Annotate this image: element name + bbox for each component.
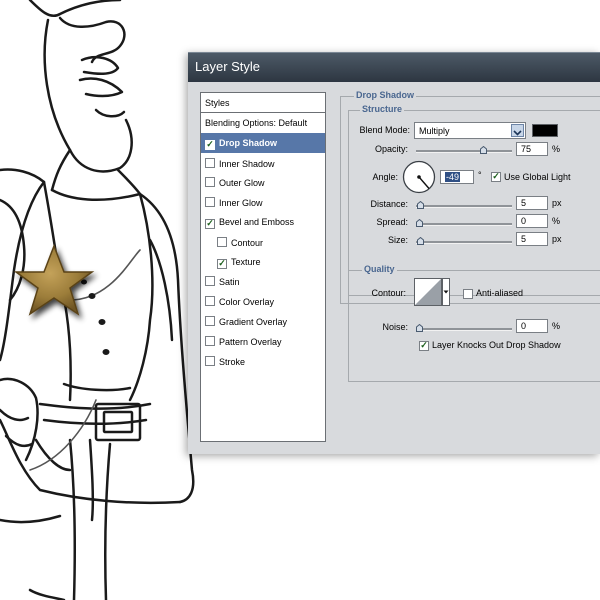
style-item-drop-shadow[interactable]: ✓ Drop Shadow — [201, 132, 325, 153]
spread-field[interactable]: 0 — [516, 214, 548, 228]
style-item-color-overlay[interactable]: Color Overlay — [201, 291, 325, 311]
style-item-label: Blending Options: Default — [205, 118, 308, 128]
blend-mode-label: Blend Mode: — [359, 125, 410, 135]
opacity-field[interactable]: 75 — [516, 142, 548, 156]
angle-dial[interactable] — [402, 160, 436, 194]
style-item-texture[interactable]: ✓ Texture — [201, 252, 325, 272]
layer-style-dialog: Layer Style Styles Blending Options: Def… — [188, 52, 600, 454]
size-slider-thumb[interactable] — [417, 237, 424, 245]
style-item-checkbox[interactable]: ✓ — [217, 258, 227, 269]
angle-unit: ° — [478, 170, 482, 180]
style-item-inner-shadow[interactable]: Inner Shadow — [201, 153, 325, 173]
style-item-gradient-overlay[interactable]: Gradient Overlay — [201, 311, 325, 331]
noise-label: Noise: — [382, 322, 408, 332]
size-field[interactable]: 5 — [516, 232, 548, 246]
style-item-label: Texture — [231, 256, 261, 267]
style-item-checkbox[interactable] — [205, 355, 215, 366]
distance-label: Distance: — [370, 199, 408, 209]
angle-label: Angle: — [372, 172, 398, 182]
style-item-label: Bevel and Emboss — [219, 217, 295, 227]
style-item-checkbox[interactable] — [205, 316, 215, 326]
style-item-checkbox[interactable] — [205, 296, 215, 307]
size-unit: px — [552, 234, 562, 244]
style-item-checkbox[interactable] — [205, 335, 215, 346]
structure-title: Structure — [360, 104, 405, 114]
distance-slider-thumb[interactable] — [417, 201, 424, 209]
angle-value: -49 — [445, 172, 461, 182]
style-item-blending-options-default[interactable]: Blending Options: Default — [201, 113, 325, 133]
blend-mode-select[interactable]: Multiply — [414, 122, 526, 139]
knockout-label: Layer Knocks Out Drop Shadow — [432, 340, 561, 350]
spread-slider[interactable] — [416, 219, 512, 227]
style-item-pattern-overlay[interactable]: Pattern Overlay — [201, 331, 325, 351]
contour-picker[interactable] — [414, 278, 450, 306]
style-item-label: Satin — [219, 277, 240, 288]
drop-shadow-panel: Drop Shadow Structure Blend Mode: Multip… — [340, 90, 600, 454]
styles-header[interactable]: Styles — [201, 93, 325, 113]
spread-label: Spread: — [376, 217, 408, 227]
opacity-slider-thumb[interactable] — [480, 146, 487, 154]
use-global-light-label: Use Global Light — [504, 172, 571, 182]
style-item-checkbox[interactable] — [205, 157, 215, 168]
contour-label: Contour: — [371, 288, 406, 298]
knockout-checkbox[interactable]: ✓ — [419, 341, 429, 351]
distance-slider[interactable] — [416, 201, 512, 209]
quality-title: Quality — [362, 264, 397, 274]
spread-slider-thumb[interactable] — [416, 219, 423, 227]
distance-field[interactable]: 5 — [516, 196, 548, 210]
size-label: Size: — [387, 235, 408, 245]
blend-mode-value: Multiply — [419, 126, 450, 136]
style-item-checkbox[interactable] — [205, 197, 215, 208]
style-item-label: Outer Glow — [219, 178, 265, 189]
chevron-down-icon — [513, 130, 522, 136]
style-item-bevel-and-emboss[interactable]: ✓ Bevel and Emboss — [201, 212, 325, 232]
contour-dropdown-button[interactable] — [442, 278, 450, 306]
anti-aliased-checkbox[interactable] — [463, 289, 473, 299]
drop-shadow-group-title: Drop Shadow — [354, 90, 416, 100]
style-item-label: Gradient Overlay — [219, 317, 288, 327]
use-global-light-checkbox[interactable]: ✓ — [491, 172, 501, 182]
style-item-checkbox[interactable]: ✓ — [205, 219, 215, 229]
style-item-label: Inner Glow — [219, 198, 263, 209]
dialog-title: Layer Style — [195, 59, 261, 74]
style-item-label: Drop Shadow — [219, 137, 277, 148]
contour-preview — [414, 278, 442, 306]
style-item-checkbox[interactable] — [205, 177, 215, 188]
style-item-label: Pattern Overlay — [219, 336, 282, 347]
anti-aliased-label: Anti-aliased — [476, 288, 524, 298]
style-item-outer-glow[interactable]: Outer Glow — [201, 172, 325, 192]
opacity-label: Opacity: — [374, 144, 408, 154]
style-item-checkbox[interactable] — [205, 276, 215, 287]
style-item-checkbox[interactable]: ✓ — [205, 139, 215, 150]
opacity-slider[interactable] — [416, 146, 512, 154]
dialog-titlebar[interactable]: Layer Style — [188, 52, 600, 82]
shadow-color-swatch[interactable] — [532, 124, 558, 137]
style-item-checkbox[interactable] — [217, 236, 227, 247]
blend-mode-dropdown-button[interactable] — [511, 124, 524, 137]
angle-field[interactable]: -49 — [440, 170, 474, 184]
styles-list-panel: Styles Blending Options: Default ✓ Drop Sh… — [200, 92, 326, 442]
opacity-unit: % — [552, 144, 561, 154]
noise-field[interactable]: 0 — [516, 319, 548, 333]
style-item-stroke[interactable]: Stroke — [201, 351, 325, 371]
size-slider[interactable] — [416, 237, 512, 245]
style-item-label: Inner Shadow — [219, 158, 275, 169]
distance-unit: px — [552, 198, 562, 208]
style-item-label: Stroke — [219, 356, 246, 367]
style-item-contour[interactable]: Contour — [201, 232, 325, 252]
spread-unit: % — [552, 216, 561, 226]
chevron-down-icon — [443, 290, 449, 294]
style-item-label: Color Overlay — [219, 297, 275, 308]
style-item-inner-glow[interactable]: Inner Glow — [201, 192, 325, 212]
sheriff-star — [13, 243, 95, 316]
noise-unit: % — [552, 321, 561, 331]
style-item-satin[interactable]: Satin — [201, 271, 325, 291]
noise-slider[interactable] — [416, 324, 512, 332]
noise-slider-thumb[interactable] — [416, 324, 423, 332]
style-item-label: Contour — [231, 237, 264, 248]
